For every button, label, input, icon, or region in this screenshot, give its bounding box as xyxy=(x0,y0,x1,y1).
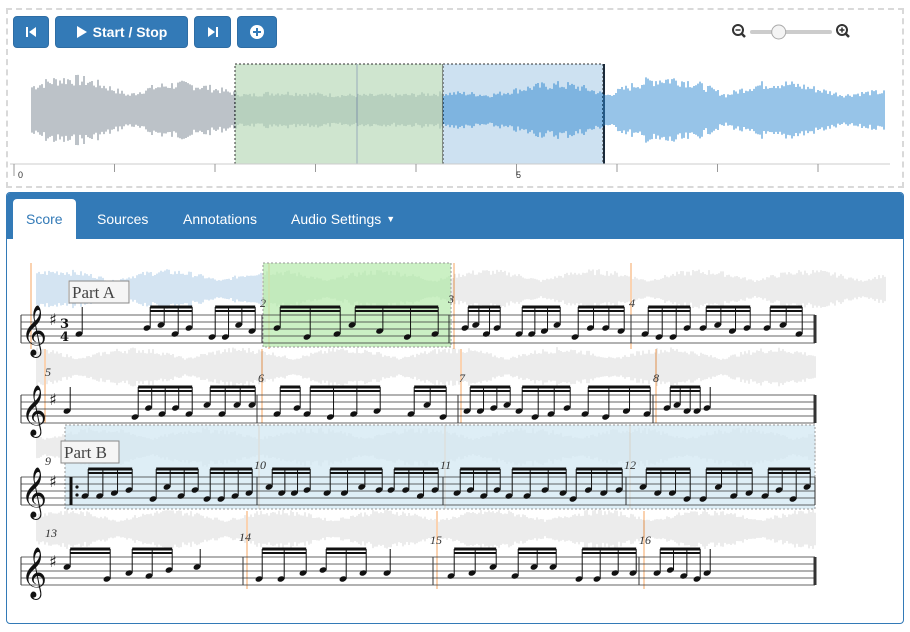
svg-text:♯: ♯ xyxy=(49,310,57,329)
svg-text:𝄞: 𝄞 xyxy=(21,547,47,600)
score-view[interactable]: 𝄞 ♯𝄞 ♯𝄞 ♯𝄞 ♯34 Part A Part B 2 3 4 5 6 7 8 9… xyxy=(7,239,903,623)
measure-number: 15 xyxy=(430,533,442,547)
caret-down-icon: ▼ xyxy=(386,214,396,224)
skip-forward-button[interactable] xyxy=(194,16,231,48)
note-group xyxy=(703,387,711,411)
svg-text:𝄞: 𝄞 xyxy=(21,467,47,520)
timeline-tick-0: 0 xyxy=(18,170,23,180)
measure-number: 11 xyxy=(440,458,451,472)
staff: 𝄞 ♯ xyxy=(20,547,817,600)
svg-text:♯: ♯ xyxy=(49,472,57,491)
zoom-out-icon[interactable] xyxy=(732,24,746,38)
svg-text:𝄞: 𝄞 xyxy=(21,385,47,438)
measure-number: 10 xyxy=(254,458,266,472)
measure-number: 5 xyxy=(45,365,51,379)
note-group xyxy=(463,385,511,414)
score-selection-green[interactable] xyxy=(262,262,452,348)
note-group xyxy=(383,549,391,576)
selection-region-blue[interactable] xyxy=(442,63,604,165)
tab-bar: Score Sources Annotations Audio Settings… xyxy=(7,193,903,239)
zoom-control xyxy=(732,22,852,42)
plus-circle-icon xyxy=(250,25,264,39)
tab-audio-settings[interactable]: Audio Settings ▼ xyxy=(291,199,395,239)
timeline-tick-5: 5 xyxy=(516,170,521,180)
measure-number: 9 xyxy=(45,454,51,468)
measure-number: 16 xyxy=(639,533,651,547)
skip-back-icon xyxy=(26,27,36,37)
svg-text:♯: ♯ xyxy=(49,390,57,409)
measure-number: 7 xyxy=(459,371,466,385)
tab-annotations[interactable]: Annotations xyxy=(183,199,257,239)
note-group xyxy=(193,549,201,570)
measure-number: 2 xyxy=(260,296,266,310)
start-stop-label: Start / Stop xyxy=(92,24,168,40)
note-group xyxy=(63,387,71,414)
play-icon xyxy=(76,26,87,38)
measure-number: 14 xyxy=(239,530,251,544)
measure-number: 3 xyxy=(447,292,454,306)
skip-back-button[interactable] xyxy=(13,16,49,48)
skip-forward-icon xyxy=(207,27,218,37)
start-stop-button[interactable]: Start / Stop xyxy=(55,16,188,48)
zoom-slider-track[interactable] xyxy=(750,30,832,34)
zoom-in-icon[interactable] xyxy=(836,24,850,38)
audio-settings-label: Audio Settings xyxy=(291,211,382,227)
add-button[interactable] xyxy=(237,16,277,48)
note-group xyxy=(663,385,701,414)
section-label-part-b: Part B xyxy=(64,443,107,462)
zoom-slider-thumb[interactable] xyxy=(771,24,787,40)
measure-number: 12 xyxy=(624,458,636,472)
measure-number: 6 xyxy=(258,371,264,385)
measure-number: 8 xyxy=(653,371,659,385)
measure-number: 13 xyxy=(45,526,57,540)
svg-text:♯: ♯ xyxy=(49,552,57,571)
measure-number: 4 xyxy=(629,296,635,310)
waveform[interactable]: 0 5 xyxy=(10,60,890,180)
tab-score[interactable]: Score xyxy=(13,199,76,239)
svg-text:𝄞: 𝄞 xyxy=(21,305,47,358)
note-group xyxy=(703,549,711,576)
section-label-part-a: Part A xyxy=(72,283,116,302)
note-group xyxy=(699,305,751,334)
score-panel: Score Sources Annotations Audio Settings… xyxy=(6,192,904,624)
tab-sources[interactable]: Sources xyxy=(97,199,148,239)
svg-text:4: 4 xyxy=(60,330,69,345)
